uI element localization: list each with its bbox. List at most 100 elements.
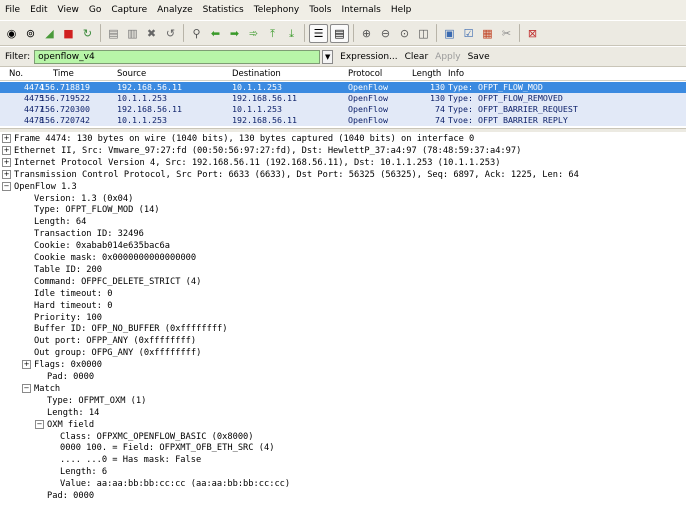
menu-file[interactable]: File: [0, 5, 25, 15]
detail-tree-item[interactable]: Length: 6: [60, 467, 107, 478]
packet-row[interactable]: 4477 156.720300 192.168.56.11 10.1.1.253 Ope…: [0, 104, 686, 115]
go-first-icon[interactable]: ⤒: [264, 25, 281, 42]
detail-tree-item[interactable]: + Ethernet II, Src: Vmware_97:27:fd (00:5…: [2, 145, 521, 157]
detail-tree-text: OXM field: [47, 419, 95, 430]
packet-cell-time: 156.720300: [40, 104, 90, 114]
packet-details-tree: + Frame 4474: 130 bytes on wire (1040 bit…: [0, 132, 686, 507]
open-file-icon[interactable]: ▤: [105, 25, 122, 42]
reload-icon[interactable]: ↺: [162, 25, 179, 42]
zoom-in-icon[interactable]: ⊕: [358, 25, 375, 42]
capture-filters-icon[interactable]: ▣: [441, 25, 458, 42]
detail-tree-item[interactable]: + Frame 4474: 130 bytes on wire (1040 bit…: [2, 134, 474, 145]
detail-tree-item[interactable]: Cookie: 0xabab014e635bac6a: [34, 241, 170, 252]
menu-capture[interactable]: Capture: [106, 5, 152, 15]
menu-edit[interactable]: Edit: [25, 5, 52, 15]
restart-capture-icon[interactable]: ↻: [79, 25, 96, 42]
apply-button[interactable]: Apply: [435, 52, 460, 62]
detail-tree-item[interactable]: Out group: OFPG_ANY (0xffffffff): [34, 348, 201, 359]
detail-tree-item[interactable]: Buffer ID: OFP_NO_BUFFER (0xffffffff): [34, 324, 228, 335]
detail-tree-item[interactable]: Pad: 0000: [47, 491, 94, 502]
column-header-source[interactable]: Source: [117, 69, 146, 79]
detail-tree-text: Flags: 0x0000: [34, 360, 102, 371]
packet-row[interactable]: 4478 156.720742 10.1.1.253 192.168.56.11 Ope…: [0, 115, 686, 126]
menu-go[interactable]: Go: [84, 5, 106, 15]
close-file-icon[interactable]: ✖: [143, 25, 160, 42]
menu-statistics[interactable]: Statistics: [198, 5, 249, 15]
menu-internals[interactable]: Internals: [336, 5, 385, 15]
detail-tree-item[interactable]: Hard timeout: 0: [34, 301, 112, 312]
detail-tree-item[interactable]: Out port: OFPP_ANY (0xffffffff): [34, 336, 196, 347]
column-header-length[interactable]: Length: [412, 69, 441, 79]
column-header-time[interactable]: Time: [53, 69, 74, 79]
detail-tree-item[interactable]: + Internet Protocol Version 4, Src: 192.1…: [2, 157, 500, 169]
start-capture-icon[interactable]: ◢: [41, 25, 58, 42]
column-header-protocol[interactable]: Protocol: [348, 69, 382, 79]
autoscroll-icon[interactable]: ▤: [330, 23, 349, 43]
detail-tree-item[interactable]: Value: aa:aa:bb:bb:cc:cc (aa:aa:bb:bb:cc…: [60, 479, 290, 490]
zoom-normal-icon[interactable]: ⊙: [396, 25, 413, 42]
go-last-icon[interactable]: ⤓: [283, 25, 300, 42]
detail-tree-item[interactable]: Idle timeout: 0: [34, 289, 112, 300]
detail-tree-item[interactable]: Version: 1.3 (0x04): [34, 194, 133, 205]
filter-input[interactable]: openflow_v4: [34, 49, 321, 64]
expand-icon[interactable]: +: [2, 169, 11, 179]
collapse-icon[interactable]: −: [22, 383, 31, 393]
menu-telephony[interactable]: Telephony: [249, 5, 305, 15]
interface-list-icon[interactable]: ◉: [3, 25, 20, 42]
detail-tree-item[interactable]: 0000 100. = Field: OFPXMT_OFB_ETH_SRC (4…: [60, 443, 274, 454]
collapse-icon[interactable]: −: [2, 181, 11, 191]
detail-tree-item[interactable]: − OpenFlow 1.3: [2, 181, 77, 193]
column-header-no[interactable]: No.: [9, 69, 23, 79]
detail-tree-item[interactable]: Type: OFPMT_OXM (1): [47, 396, 146, 407]
column-header-destination[interactable]: Destination: [232, 69, 281, 79]
clear-button[interactable]: Clear: [405, 52, 429, 62]
menu-tools[interactable]: Tools: [304, 5, 336, 15]
packet-row[interactable]: 4475 156.719522 10.1.1.253 192.168.56.11 Ope…: [0, 93, 686, 104]
detail-tree-item[interactable]: + Flags: 0x0000: [22, 360, 102, 371]
zoom-out-icon[interactable]: ⊖: [377, 25, 394, 42]
filter-dropdown-button[interactable]: ▼: [322, 49, 334, 64]
go-to-packet-icon[interactable]: ➾: [245, 25, 262, 42]
detail-tree-item[interactable]: Pad: 0000: [47, 372, 94, 383]
detail-tree-item[interactable]: Table ID: 200: [34, 265, 102, 276]
expand-icon[interactable]: +: [2, 134, 11, 143]
detail-tree-item[interactable]: Transaction ID: 32496: [34, 229, 144, 240]
collapse-icon[interactable]: −: [35, 419, 44, 429]
detail-tree-item[interactable]: + Transmission Control Protocol, Src Port…: [2, 169, 579, 181]
expand-icon[interactable]: +: [2, 157, 11, 167]
help-icon[interactable]: ⊠: [524, 25, 541, 42]
detail-tree-item[interactable]: − Match: [22, 383, 60, 395]
detail-tree-item[interactable]: .... ...0 = Has mask: False: [60, 455, 201, 466]
packet-row[interactable]: 4474 156.718819 192.168.56.11 10.1.1.253 Ope…: [0, 82, 686, 93]
packet-cell-length: 130: [430, 93, 445, 103]
expand-icon[interactable]: +: [22, 360, 31, 370]
save-button[interactable]: Save: [468, 52, 490, 62]
menu-analyze[interactable]: Analyze: [152, 5, 197, 15]
detail-tree-item[interactable]: Command: OFPFC_DELETE_STRICT (4): [34, 277, 201, 288]
coloring-rules-icon[interactable]: ▦: [479, 25, 496, 42]
colorize-icon[interactable]: ☰: [309, 23, 328, 43]
detail-tree-item[interactable]: Length: 64: [34, 217, 86, 228]
menu-view[interactable]: View: [53, 5, 84, 15]
go-forward-icon[interactable]: ➡: [226, 25, 243, 42]
detail-tree-text: Version: 1.3 (0x04): [34, 193, 134, 204]
detail-tree-item[interactable]: Length: 14: [47, 408, 99, 419]
preferences-icon[interactable]: ✂: [498, 25, 515, 42]
resize-columns-icon[interactable]: ◫: [415, 25, 432, 42]
detail-tree-item[interactable]: Type: OFPT_FLOW_MOD (14): [34, 205, 160, 216]
stop-capture-icon[interactable]: ■: [60, 25, 77, 42]
detail-tree-item[interactable]: − OXM field: [35, 419, 95, 431]
expression-button[interactable]: Expression...: [340, 52, 397, 62]
expand-icon[interactable]: +: [2, 145, 11, 155]
detail-tree-item[interactable]: Cookie mask: 0x0000000000000000: [34, 253, 196, 264]
detail-tree-item[interactable]: Priority: 100: [34, 313, 102, 324]
capture-options-icon[interactable]: ⊚: [22, 25, 39, 42]
menu-help[interactable]: Help: [386, 5, 417, 15]
detail-tree-item[interactable]: Class: OFPXMC_OPENFLOW_BASIC (0x8000): [60, 432, 254, 443]
column-header-info[interactable]: Info: [448, 69, 464, 79]
save-file-icon[interactable]: ▥: [124, 25, 141, 42]
filter-toolbar: Filter: openflow_v4 ▼ Expression... Clea…: [0, 47, 686, 67]
go-back-icon[interactable]: ⬅: [207, 25, 224, 42]
display-filters-icon[interactable]: ☑: [460, 25, 477, 42]
find-icon[interactable]: ⚲: [188, 25, 205, 42]
